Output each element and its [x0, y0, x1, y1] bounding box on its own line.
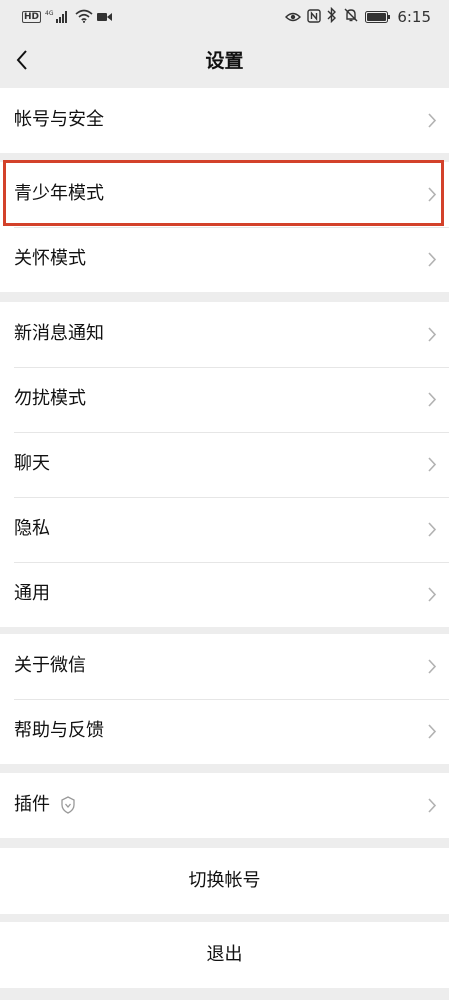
row-general[interactable]: 通用: [0, 562, 449, 627]
status-time: 6:15: [397, 8, 431, 26]
row-label: 帮助与反馈: [14, 720, 104, 741]
battery-icon: [365, 8, 391, 27]
row-teen-mode[interactable]: 青少年模式: [0, 162, 449, 227]
row-do-not-disturb[interactable]: 勿扰模式: [0, 367, 449, 432]
mute-icon: [343, 7, 359, 27]
row-label: 关于微信: [14, 655, 86, 676]
group-plugins: 插件: [0, 773, 449, 838]
chevron-right-icon: [428, 327, 437, 342]
row-chat[interactable]: 聊天: [0, 432, 449, 497]
status-bar-right: 6:15: [285, 6, 431, 27]
page-title: 设置: [205, 50, 244, 72]
row-about-wechat[interactable]: 关于微信: [0, 634, 449, 699]
row-label: 聊天: [14, 453, 50, 474]
row-privacy[interactable]: 隐私: [0, 497, 449, 562]
chevron-right-icon: [428, 113, 437, 128]
row-label: 勿扰模式: [14, 388, 86, 409]
row-account-security[interactable]: 帐号与安全: [0, 88, 449, 153]
group-general: 新消息通知 勿扰模式 聊天 隐私 通用: [0, 302, 449, 627]
hd-icon: HD: [22, 11, 42, 23]
switch-account-label: 切换帐号: [188, 870, 261, 891]
chevron-right-icon: [428, 587, 437, 602]
group-about: 关于微信 帮助与反馈: [0, 634, 449, 764]
group-modes: 青少年模式 关怀模式: [0, 162, 449, 292]
video-icon: [97, 8, 113, 27]
row-label: 帐号与安全: [14, 109, 104, 130]
chevron-right-icon: [428, 798, 437, 813]
row-label: 隐私: [14, 518, 50, 539]
chevron-right-icon: [428, 392, 437, 407]
status-bar: HD 4G 6:15: [0, 0, 449, 34]
row-plugins[interactable]: 插件: [0, 773, 449, 838]
row-label: 新消息通知: [14, 323, 104, 344]
bluetooth-icon: [327, 6, 337, 27]
row-care-mode[interactable]: 关怀模式: [0, 227, 449, 292]
chevron-right-icon: [428, 252, 437, 267]
chevron-right-icon: [428, 187, 437, 202]
network-type: 4G: [45, 10, 54, 17]
signal-icon: 4G: [45, 8, 71, 27]
status-bar-left: HD 4G: [22, 9, 113, 25]
row-new-message-notify[interactable]: 新消息通知: [0, 302, 449, 367]
logout-button[interactable]: 退出: [0, 922, 449, 988]
row-help-feedback[interactable]: 帮助与反馈: [0, 699, 449, 764]
chevron-right-icon: [428, 724, 437, 739]
nav-bar: 设置: [0, 34, 449, 88]
plugin-badge-icon: [61, 796, 75, 814]
row-label: 通用: [14, 583, 50, 604]
nfc-icon: [307, 8, 322, 27]
chevron-right-icon: [428, 659, 437, 674]
group-account: 帐号与安全: [0, 88, 449, 153]
logout-label: 退出: [206, 944, 243, 965]
row-label: 青少年模式: [14, 183, 104, 204]
chevron-right-icon: [428, 522, 437, 537]
eye-icon: [285, 8, 302, 27]
row-label: 关怀模式: [14, 248, 86, 269]
wifi-icon: [75, 8, 93, 27]
chevron-right-icon: [428, 457, 437, 472]
switch-account-button[interactable]: 切换帐号: [0, 848, 449, 914]
row-label: 插件: [14, 794, 50, 815]
